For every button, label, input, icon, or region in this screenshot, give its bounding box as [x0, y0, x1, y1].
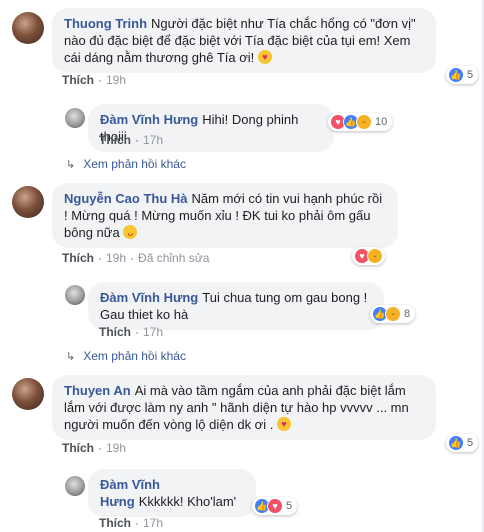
like-reaction-icon: 👍: [448, 67, 464, 83]
reaction-count: 5: [286, 500, 293, 512]
haha-reaction-icon: ᵕ: [356, 114, 372, 130]
reaction-count: 5: [467, 69, 474, 81]
reply-author[interactable]: Đàm Vĩnh Hưng: [100, 290, 198, 305]
comment-bubble: Thuyen An Ai mà vào tầm ngắm của anh phải…: [52, 375, 436, 440]
avatar[interactable]: [65, 108, 85, 128]
like-link[interactable]: Thích: [99, 325, 131, 339]
comment-bubble: Thuong Trinh Người đặc biệt như Tía chắc …: [52, 8, 436, 73]
reaction-count: 5: [467, 437, 474, 449]
timestamp[interactable]: 19h: [106, 441, 126, 455]
reaction-summary[interactable]: 👍 5: [446, 434, 479, 452]
view-more-replies-label[interactable]: Xem phản hồi khác: [83, 349, 186, 363]
reaction-summary[interactable]: 👍 ᵕ 8: [370, 305, 416, 323]
reaction-count: 10: [375, 116, 388, 128]
haha-reaction-icon: ᵕ: [367, 248, 383, 264]
like-link[interactable]: Thích: [62, 441, 94, 455]
like-reaction-icon: 👍: [448, 435, 464, 451]
timestamp[interactable]: 17h: [143, 516, 163, 530]
like-link[interactable]: Thích: [62, 73, 94, 87]
heart-eyes-emoji-icon: [257, 49, 272, 66]
like-link[interactable]: Thích: [99, 133, 131, 147]
timestamp[interactable]: 17h: [143, 133, 163, 147]
comment-author[interactable]: Thuong Trinh: [64, 16, 147, 31]
haha-reaction-icon: ᵕ: [385, 306, 401, 322]
reply-text: Kkkkkk! Kho'lam': [138, 494, 237, 509]
comment-author[interactable]: Nguyễn Cao Thu Hà: [64, 191, 188, 206]
reply-actions: Thích · 17h: [99, 325, 164, 339]
love-reaction-icon: ♥: [267, 498, 283, 514]
avatar[interactable]: [12, 12, 44, 44]
tongue-emoji-icon: [123, 225, 138, 242]
reply-bubble: Đàm Vĩnh Hưng Tui chua tung om gau bong !…: [88, 282, 384, 330]
like-link[interactable]: Thích: [62, 251, 94, 265]
like-link[interactable]: Thích: [99, 516, 131, 530]
reaction-summary[interactable]: 👍 5: [446, 66, 479, 84]
reply-author[interactable]: Đàm Vĩnh Hưng: [100, 112, 198, 127]
comment-actions: Thích · 19h · Đã chỉnh sửa: [62, 251, 210, 265]
reply-arrow-icon: ↳: [66, 159, 76, 171]
avatar[interactable]: [65, 285, 85, 305]
reaction-summary[interactable]: 👍 ♥ 5: [252, 497, 298, 515]
avatar[interactable]: [12, 186, 44, 218]
edited-label[interactable]: Đã chỉnh sửa: [138, 251, 209, 265]
comment-actions: Thích · 19h: [62, 73, 127, 87]
reaction-summary[interactable]: ♥ 👍 ᵕ 10: [328, 113, 393, 131]
timestamp[interactable]: 17h: [143, 325, 163, 339]
reply-bubble: Đàm Vĩnh Hưng Kkkkkk! Kho'lam': [88, 469, 256, 517]
comment-actions: Thích · 19h: [62, 441, 127, 455]
view-more-replies[interactable]: ↳ Xem phản hồi khác: [66, 349, 186, 363]
avatar[interactable]: [65, 476, 85, 496]
heart-eyes-emoji-icon: [276, 416, 291, 433]
reaction-count: 8: [404, 308, 411, 320]
comment-bubble: Nguyễn Cao Thu Hà Năm mới có tin vui hạnh…: [52, 183, 398, 248]
comment-author[interactable]: Thuyen An: [64, 383, 131, 398]
reaction-summary[interactable]: ♥ ᵕ: [352, 247, 385, 265]
reply-arrow-icon: ↳: [66, 351, 76, 363]
timestamp[interactable]: 19h: [106, 251, 126, 265]
view-more-replies-label[interactable]: Xem phản hồi khác: [83, 157, 186, 171]
avatar[interactable]: [12, 378, 44, 410]
reply-actions: Thích · 17h: [99, 516, 164, 530]
timestamp[interactable]: 19h: [106, 73, 126, 87]
reply-actions: Thích · 17h: [99, 133, 164, 147]
view-more-replies[interactable]: ↳ Xem phản hồi khác: [66, 157, 186, 171]
